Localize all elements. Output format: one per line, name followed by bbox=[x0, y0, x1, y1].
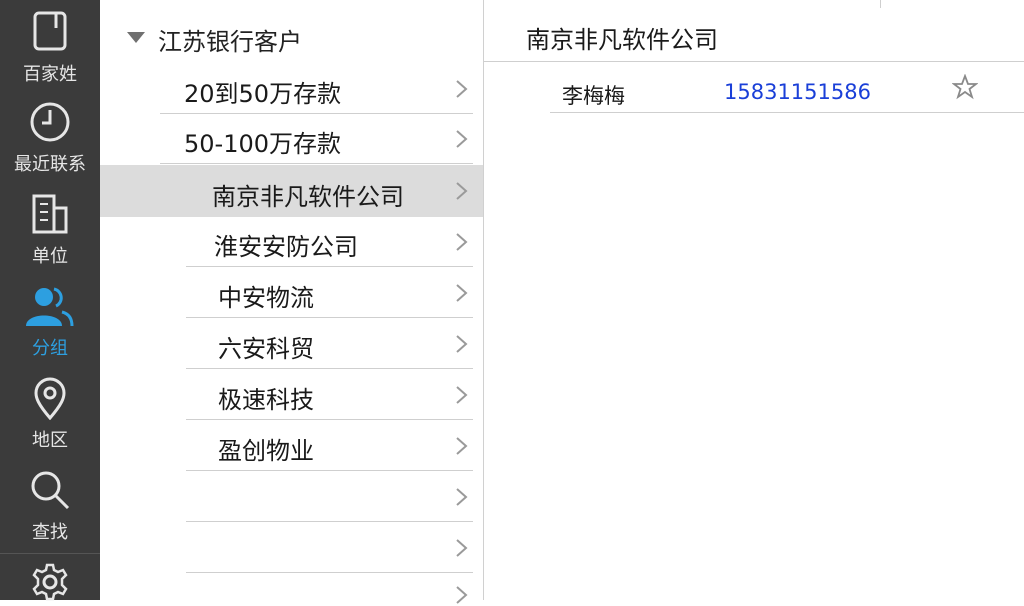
nav-item-region[interactable]: 地区 bbox=[0, 368, 100, 456]
nav-label: 单位 bbox=[32, 246, 68, 267]
tree-company-row[interactable]: 六安科贸 bbox=[186, 319, 473, 369]
tree-group-label: 50-100万存款 bbox=[184, 130, 342, 158]
chevron-right-icon bbox=[456, 233, 468, 251]
row-divider bbox=[186, 470, 473, 471]
search-icon bbox=[31, 471, 70, 510]
chevron-right-icon bbox=[456, 182, 468, 200]
gear-icon bbox=[32, 563, 68, 601]
detail-title: 南京非凡软件公司 bbox=[526, 26, 718, 54]
chevron-right-icon bbox=[456, 586, 468, 604]
nav-label: 查找 bbox=[32, 522, 68, 543]
detail-header: 南京非凡软件公司 bbox=[484, 0, 1024, 62]
tree-root-node[interactable]: 江苏银行客户 bbox=[100, 14, 483, 64]
tree-company-label: 盈创物业 bbox=[218, 437, 314, 465]
tree-company-label: 中安物流 bbox=[218, 284, 314, 312]
building-icon bbox=[32, 194, 68, 234]
tree-company-label: 极速科技 bbox=[218, 386, 314, 414]
book-icon bbox=[33, 11, 67, 51]
tree-group-row[interactable]: 20到50万存款 bbox=[160, 64, 473, 114]
group-icon bbox=[26, 287, 74, 327]
nav-item-surnames[interactable]: 百家姓 bbox=[0, 0, 100, 88]
row-divider bbox=[186, 317, 473, 318]
detail-pane: 南京非凡软件公司 李梅梅 15831151586 bbox=[484, 0, 1024, 600]
header-tick bbox=[880, 0, 881, 8]
nav-item-groups[interactable]: 分组 bbox=[0, 276, 100, 364]
nav-item-search[interactable]: 查找 bbox=[0, 460, 100, 548]
chevron-right-icon bbox=[456, 488, 468, 506]
chevron-right-icon bbox=[456, 437, 468, 455]
nav-item-units[interactable]: 单位 bbox=[0, 184, 100, 272]
nav-divider bbox=[0, 553, 100, 554]
tree-company-row[interactable] bbox=[186, 472, 473, 522]
tree-company-row[interactable] bbox=[186, 523, 473, 573]
row-divider bbox=[186, 521, 473, 522]
chevron-right-icon bbox=[456, 539, 468, 557]
contact-name: 李梅梅 bbox=[562, 84, 625, 108]
group-tree: 江苏银行客户 20到50万存款 50-100万存款 南京非凡软件公司 淮安安防公… bbox=[100, 0, 483, 604]
tree-company-row[interactable]: 极速科技 bbox=[186, 370, 473, 420]
tree-company-row[interactable]: 淮安安防公司 bbox=[186, 217, 473, 267]
chevron-right-icon bbox=[456, 284, 468, 302]
row-divider bbox=[160, 163, 473, 164]
tree-company-label: 六安科贸 bbox=[218, 335, 314, 363]
chevron-right-icon bbox=[456, 386, 468, 404]
contact-row[interactable]: 李梅梅 15831151586 bbox=[550, 62, 1024, 113]
row-divider bbox=[186, 266, 473, 267]
nav-label: 地区 bbox=[32, 430, 68, 451]
tree-company-row-selected[interactable]: 南京非凡软件公司 bbox=[100, 165, 483, 217]
chevron-right-icon bbox=[456, 130, 468, 148]
chevron-right-icon bbox=[456, 80, 468, 98]
expand-triangle-icon[interactable] bbox=[127, 32, 145, 43]
tree-company-row[interactable]: 中安物流 bbox=[186, 268, 473, 318]
tree-company-label: 淮安安防公司 bbox=[214, 233, 358, 261]
star-favorite-icon[interactable] bbox=[952, 74, 978, 100]
tree-company-row[interactable]: 盈创物业 bbox=[186, 421, 473, 471]
tree-company-label: 南京非凡软件公司 bbox=[212, 183, 404, 211]
left-nav-rail: 百家姓 最近联系 单位 分组 地区 查找 bbox=[0, 0, 100, 601]
nav-label: 最近联系 bbox=[14, 154, 86, 175]
chevron-right-icon bbox=[456, 335, 468, 353]
location-pin-icon bbox=[34, 377, 66, 420]
clock-icon bbox=[30, 102, 70, 142]
nav-item-settings[interactable] bbox=[0, 556, 100, 601]
row-divider bbox=[186, 572, 473, 573]
row-divider bbox=[186, 419, 473, 420]
nav-item-recent[interactable]: 最近联系 bbox=[0, 92, 100, 180]
row-divider bbox=[186, 368, 473, 369]
tree-root-label: 江苏银行客户 bbox=[158, 28, 302, 56]
nav-label: 分组 bbox=[32, 338, 68, 359]
contact-phone-link[interactable]: 15831151586 bbox=[724, 80, 871, 104]
tree-group-label: 20到50万存款 bbox=[184, 80, 342, 108]
nav-label: 百家姓 bbox=[23, 64, 77, 85]
tree-group-row[interactable]: 50-100万存款 bbox=[160, 114, 473, 164]
tree-company-row[interactable] bbox=[186, 574, 473, 604]
